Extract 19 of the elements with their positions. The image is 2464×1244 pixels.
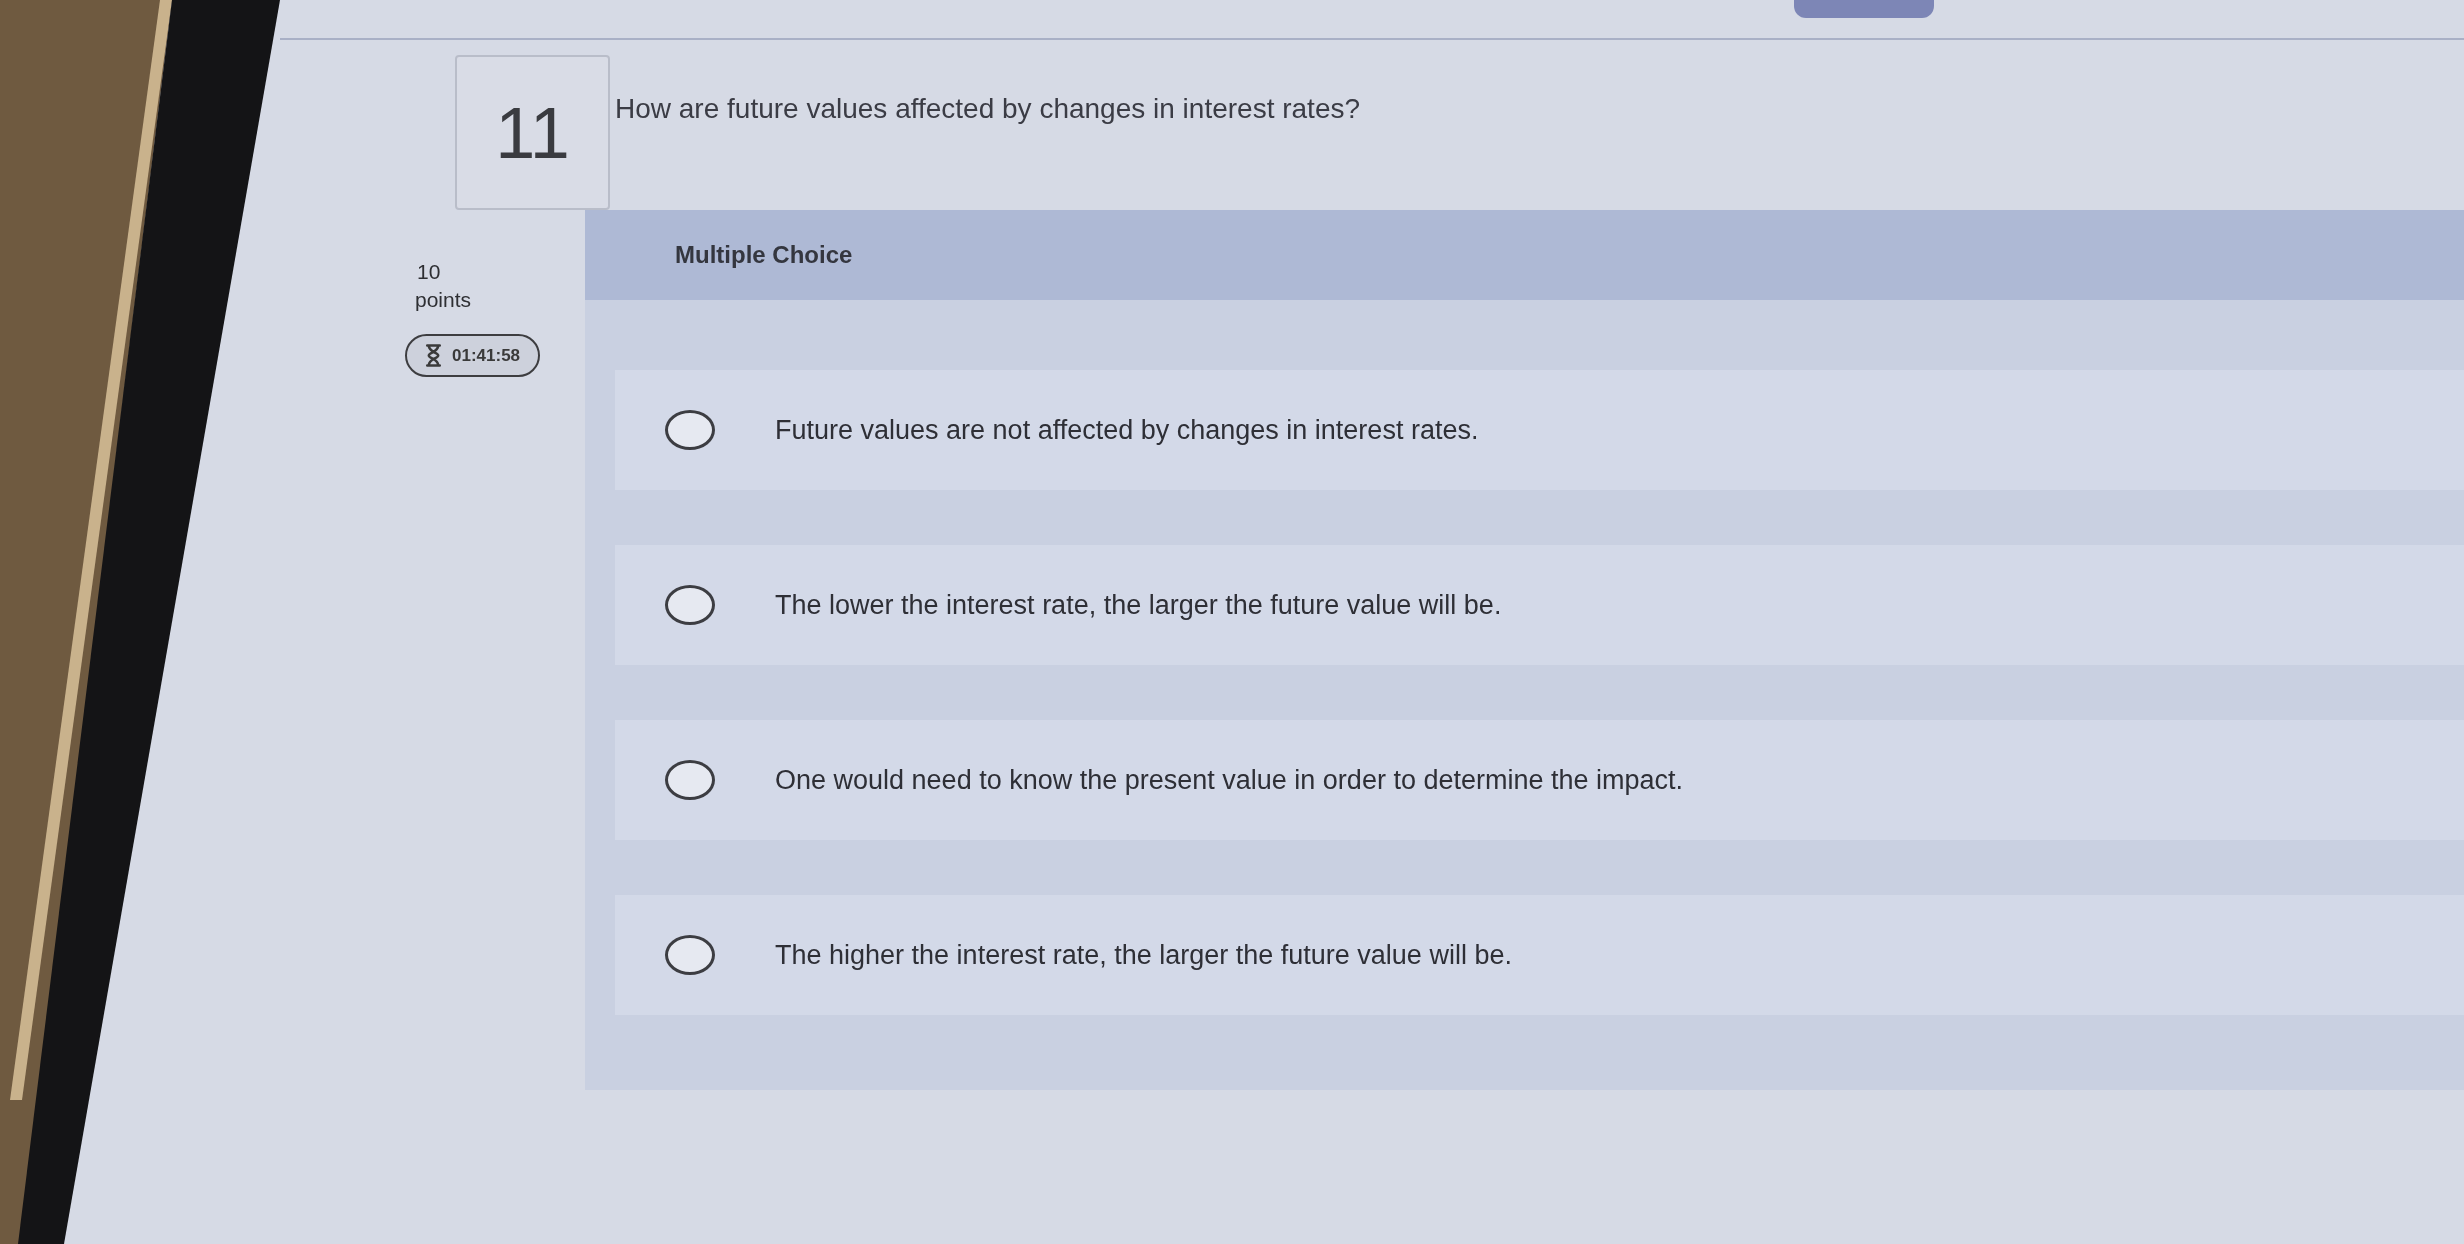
question-number: 11 [455,55,610,210]
answer-option[interactable]: The lower the interest rate, the larger the future value will be. [615,545,2464,665]
radio-button[interactable] [665,585,715,625]
points-label: points [415,288,472,312]
option-text: The lower the interest rate, the larger the future value will be. [775,589,1502,621]
option-text: One would need to know the present value in order to determine the impact. [775,764,1684,796]
question-type-label: Multiple Choice [675,241,853,269]
hourglass-icon [425,344,442,367]
answer-option[interactable]: The higher the interest rate, the larger the future value will be. [615,895,2464,1015]
radio-button[interactable] [665,935,715,975]
points-value: 10 [417,260,441,284]
timer-text: 01:41:58 [452,345,521,366]
option-text: The higher the interest rate, the larger the future value will be. [775,939,1512,971]
option-text: Future values are not affected by changes in interest rates. [775,414,1479,446]
radio-button[interactable] [665,410,715,450]
answer-option[interactable]: Future values are not affected by changes in interest rates. [615,370,2464,490]
answer-option[interactable]: One would need to know the present value in order to determine the impact. [615,720,2464,840]
radio-button[interactable] [665,760,715,800]
question-text: How are future values affected by changes in interest rates? [615,93,1361,124]
